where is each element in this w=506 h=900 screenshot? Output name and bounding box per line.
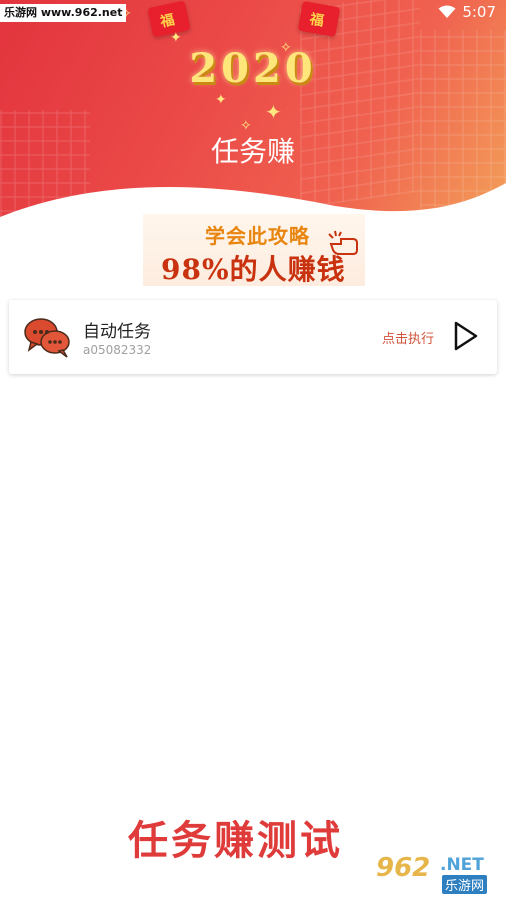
watermark-number: 962: [376, 853, 431, 883]
chat-bubbles-icon: [24, 318, 70, 358]
task-title: 自动任务: [83, 322, 151, 342]
red-packet-icon: 福: [297, 0, 341, 38]
promo-banner[interactable]: 学会此攻略 98%的人赚钱: [143, 214, 365, 286]
red-packet-icon: 福: [147, 0, 191, 38]
footer-title: 任务赚测试: [128, 818, 343, 864]
task-id: a05082332: [83, 343, 152, 357]
status-time: 5:07: [462, 3, 496, 21]
year-title: 2020: [189, 45, 317, 92]
wifi-icon: [438, 5, 456, 18]
banner-line1: 学会此攻略: [205, 224, 310, 248]
play-icon[interactable]: [453, 320, 479, 352]
sparkle-icon: ✦: [170, 30, 182, 46]
watermark-domain: .NET: [440, 855, 484, 875]
hero-header: 福 福 ✦ ✧ ✦ ✦ ✧ ✧ 2020 任务赚: [0, 0, 506, 235]
pointing-hand-icon: [328, 230, 358, 255]
site-watermark: 乐游网 www.962.net: [0, 4, 127, 22]
watermark-cn: 乐游网: [442, 875, 488, 894]
bottom-watermark: 962 .NET 乐游网: [366, 853, 498, 895]
sparkle-icon: ✦: [215, 92, 227, 108]
sparkle-icon: ✦: [265, 100, 282, 124]
status-bar: 5:07: [438, 3, 496, 21]
execute-link[interactable]: 点击执行: [382, 328, 434, 347]
banner-line2: 98%的人赚钱: [161, 253, 346, 286]
task-card[interactable]: 自动任务 a05082332 点击执行: [9, 300, 497, 374]
